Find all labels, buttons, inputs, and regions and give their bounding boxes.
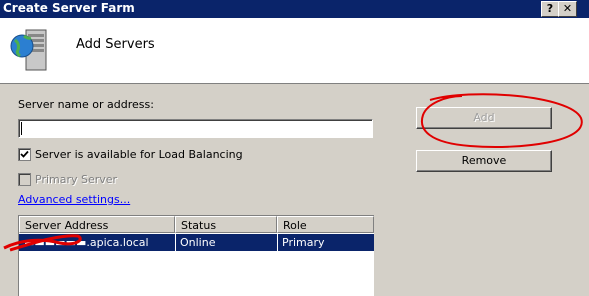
- column-header-server-address[interactable]: Server Address: [19, 216, 175, 233]
- text-caret: [21, 122, 22, 135]
- page-title: Add Servers: [76, 37, 155, 52]
- table-row[interactable]: ▬▬▬▬▬▬.apica.local Online Primary: [19, 234, 374, 251]
- cell-role: Primary: [282, 236, 325, 249]
- help-button[interactable]: ?: [541, 1, 559, 17]
- cell-server-address: ▬▬▬▬▬▬.apica.local: [24, 236, 149, 249]
- column-header-role[interactable]: Role: [277, 216, 374, 233]
- server-globe-icon: [10, 29, 47, 71]
- load-balancing-label: Server is available for Load Balancing: [35, 148, 243, 161]
- window-title: Create Server Farm: [3, 1, 135, 15]
- title-bar: Create Server Farm ? ✕: [0, 0, 589, 18]
- cell-status: Online: [180, 236, 216, 249]
- advanced-settings-link[interactable]: Advanced settings...: [18, 193, 130, 206]
- primary-server-checkbox[interactable]: [18, 173, 31, 186]
- remove-button[interactable]: Remove: [416, 150, 552, 172]
- primary-server-label: Primary Server: [35, 173, 118, 186]
- close-button[interactable]: ✕: [558, 1, 577, 17]
- add-button[interactable]: Add: [416, 107, 552, 129]
- server-name-label: Server name or address:: [18, 98, 154, 111]
- server-name-input[interactable]: [18, 119, 373, 138]
- load-balancing-checkbox[interactable]: [18, 148, 31, 161]
- column-header-status[interactable]: Status: [175, 216, 277, 233]
- wizard-header: Add Servers: [0, 18, 589, 84]
- server-list[interactable]: Server Address Status Role ▬▬▬▬▬▬.apica.…: [18, 215, 374, 296]
- checkmark-icon: [20, 150, 29, 158]
